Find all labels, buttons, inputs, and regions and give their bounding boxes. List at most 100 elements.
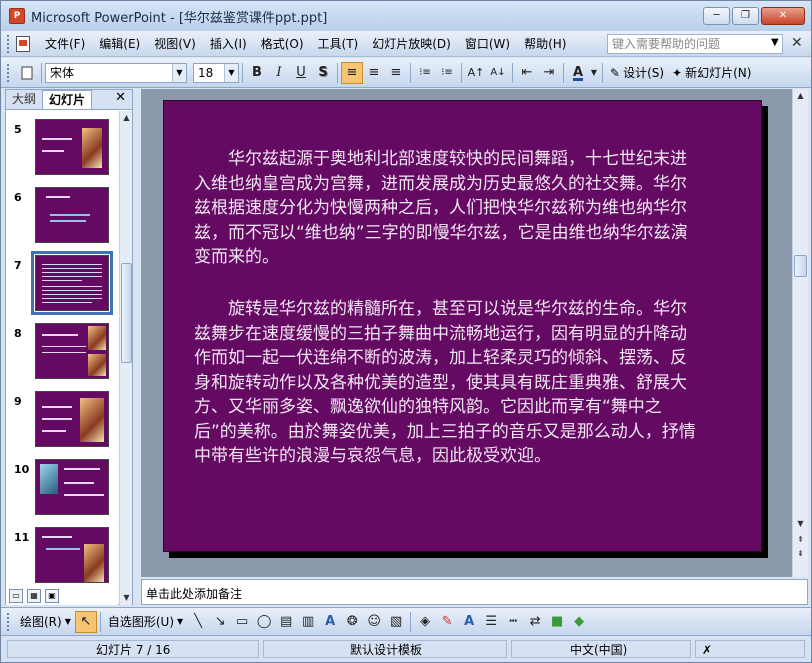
wordart-icon[interactable]: A bbox=[319, 611, 341, 633]
grow-font-button[interactable]: A↑ bbox=[465, 62, 487, 84]
thumbnail-row[interactable]: 8 bbox=[6, 323, 118, 383]
document-icon[interactable] bbox=[16, 35, 30, 52]
line-color-icon[interactable]: ✎ bbox=[436, 611, 458, 633]
previous-slide-icon[interactable]: ⇞ bbox=[793, 533, 808, 547]
chevron-down-icon[interactable]: ▼ bbox=[224, 63, 238, 82]
tab-slides[interactable]: 幻灯片 bbox=[42, 90, 93, 109]
scroll-thumb[interactable] bbox=[794, 255, 807, 277]
align-right-button[interactable]: ≡ bbox=[385, 62, 407, 84]
menu-insert[interactable]: 插入(I) bbox=[203, 33, 254, 55]
diagram-icon[interactable]: ❂ bbox=[341, 611, 363, 633]
align-left-button[interactable]: ≡ bbox=[341, 61, 363, 84]
menu-tools[interactable]: 工具(T) bbox=[311, 33, 366, 55]
slide-thumbnail[interactable] bbox=[35, 187, 109, 243]
slide-paragraph-origin[interactable]: 华尔兹起源于奥地利北部速度较快的民间舞蹈，十七世纪末进入维也纳皇宫成为宫舞，进而… bbox=[194, 147, 699, 270]
document-close-icon[interactable]: ✕ bbox=[791, 35, 803, 51]
pane-close-icon[interactable]: ✕ bbox=[115, 90, 126, 105]
underline-button[interactable]: U bbox=[290, 62, 312, 84]
draw-menu-button[interactable]: 绘图(R) ▼ bbox=[16, 613, 75, 630]
scroll-up-icon[interactable]: ▲ bbox=[793, 89, 808, 103]
3d-style-icon[interactable]: ◆ bbox=[568, 611, 590, 633]
thumbnail-scrollbar[interactable]: ▲ ▼ bbox=[119, 111, 132, 605]
menu-format[interactable]: 格式(O) bbox=[254, 33, 311, 55]
thumbnail-row[interactable]: 6 bbox=[6, 187, 118, 247]
menu-help[interactable]: 帮助(H) bbox=[517, 33, 573, 55]
tab-outline[interactable]: 大纲 bbox=[6, 90, 42, 109]
bold-button[interactable]: B bbox=[246, 62, 268, 84]
menu-view[interactable]: 视图(V) bbox=[147, 33, 203, 55]
arrow-icon[interactable]: ↘ bbox=[209, 611, 231, 633]
thumbnail-row[interactable]: 11 bbox=[6, 527, 118, 587]
slide-thumbnail[interactable] bbox=[35, 391, 109, 447]
font-color-button[interactable]: A bbox=[567, 62, 589, 84]
slide-scrollbar[interactable]: ▲ ▼ ⇞ ⇟ bbox=[792, 89, 808, 577]
menu-file[interactable]: 文件(F) bbox=[38, 33, 92, 55]
increase-indent-button[interactable]: ⇥ bbox=[538, 62, 560, 84]
design-button[interactable]: ✎ 设计(S) bbox=[606, 64, 668, 81]
current-slide[interactable]: 华尔兹起源于奥地利北部速度较快的民间舞蹈，十七世纪末进入维也纳皇宫成为宫舞，进而… bbox=[163, 100, 762, 552]
slide-thumbnail[interactable] bbox=[35, 323, 109, 379]
scroll-down-icon[interactable]: ▼ bbox=[793, 517, 808, 531]
thumbnail-row[interactable]: 9 bbox=[6, 391, 118, 451]
powerpoint-app-icon[interactable]: P bbox=[9, 8, 25, 24]
slide-paragraph-rotation[interactable]: 旋转是华尔兹的精髓所在，甚至可以说是华尔兹的生命。华尔兹舞步在速度缓慢的三拍子舞… bbox=[194, 297, 699, 469]
font-name-select[interactable]: 宋体 ▼ bbox=[45, 62, 187, 83]
line-icon[interactable]: ╲ bbox=[187, 611, 209, 633]
dash-style-icon[interactable]: ┅ bbox=[502, 611, 524, 633]
slide-sorter-view-icon[interactable]: ▦ bbox=[27, 589, 41, 603]
status-template[interactable]: 默认设计模板 bbox=[263, 640, 507, 658]
numbering-button[interactable]: ⁝≡ bbox=[414, 62, 436, 84]
help-dropdown-icon[interactable]: ▼ bbox=[771, 37, 779, 48]
notes-pane[interactable]: 单击此处添加备注 bbox=[141, 579, 808, 605]
scroll-up-icon[interactable]: ▲ bbox=[120, 111, 133, 125]
window-controls: ─ ❐ ✕ bbox=[703, 7, 805, 25]
font-size-select[interactable]: 18 ▼ bbox=[193, 62, 239, 83]
menu-edit[interactable]: 编辑(E) bbox=[92, 33, 147, 55]
font-color-icon[interactable]: A bbox=[458, 611, 480, 633]
fill-color-icon[interactable]: ◈ bbox=[414, 611, 436, 633]
align-center-button[interactable]: ≡ bbox=[363, 62, 385, 84]
slide-thumbnail[interactable] bbox=[35, 527, 109, 583]
decrease-indent-button[interactable]: ⇤ bbox=[516, 62, 538, 84]
slide-thumbnail-selected[interactable] bbox=[31, 251, 113, 315]
select-pointer-icon[interactable]: ↖ bbox=[74, 610, 97, 633]
clipart-icon[interactable]: ☺ bbox=[363, 611, 385, 633]
menu-slideshow[interactable]: 幻灯片放映(D) bbox=[365, 33, 458, 55]
arrow-style-icon[interactable]: ⇄ bbox=[524, 611, 546, 633]
shadow-button[interactable]: S bbox=[312, 62, 334, 84]
thumbnail-row[interactable]: 10 bbox=[6, 459, 118, 519]
spell-check-icon[interactable]: ✗ bbox=[695, 640, 805, 658]
menu-window[interactable]: 窗口(W) bbox=[458, 33, 517, 55]
new-document-icon[interactable] bbox=[16, 62, 38, 84]
next-slide-icon[interactable]: ⇟ bbox=[793, 547, 808, 561]
help-search-input[interactable]: 键入需要帮助的问题 bbox=[607, 34, 783, 54]
font-size-value: 18 bbox=[198, 65, 214, 80]
thumbnail-row[interactable]: 5 bbox=[6, 119, 118, 179]
chevron-down-icon[interactable]: ▼ bbox=[172, 63, 186, 82]
line-style-icon[interactable]: ☰ bbox=[480, 611, 502, 633]
slide-thumbnail[interactable] bbox=[35, 119, 109, 175]
vertical-textbox-icon[interactable]: ▥ bbox=[297, 611, 319, 633]
toolbar-grip-icon[interactable] bbox=[7, 34, 10, 53]
oval-icon[interactable]: ◯ bbox=[253, 611, 275, 633]
italic-button[interactable]: I bbox=[268, 62, 290, 84]
close-button[interactable]: ✕ bbox=[761, 7, 805, 25]
shrink-font-button[interactable]: A↓ bbox=[487, 62, 509, 84]
restore-button[interactable]: ❐ bbox=[732, 7, 759, 25]
toolbar-grip-icon[interactable] bbox=[7, 63, 10, 82]
textbox-icon[interactable]: ▤ bbox=[275, 611, 297, 633]
autoshapes-button[interactable]: 自选图形(U) ▼ bbox=[104, 613, 187, 630]
toolbar-grip-icon[interactable] bbox=[7, 612, 10, 631]
minimize-button[interactable]: ─ bbox=[703, 7, 730, 25]
scroll-thumb[interactable] bbox=[121, 263, 132, 363]
new-slide-button[interactable]: ✦ 新幻灯片(N) bbox=[668, 64, 755, 81]
slideshow-view-icon[interactable]: ▣ bbox=[45, 589, 59, 603]
picture-icon[interactable]: ▧ bbox=[385, 611, 407, 633]
chevron-down-icon[interactable]: ▼ bbox=[589, 62, 599, 84]
bullets-button[interactable]: ⁝≡ bbox=[436, 62, 458, 84]
thumbnail-row[interactable]: 7 bbox=[6, 251, 118, 315]
rectangle-icon[interactable]: ▭ bbox=[231, 611, 253, 633]
normal-view-icon[interactable]: ▭ bbox=[9, 589, 23, 603]
slide-thumbnail[interactable] bbox=[35, 459, 109, 515]
shadow-style-icon[interactable]: ■ bbox=[546, 611, 568, 633]
